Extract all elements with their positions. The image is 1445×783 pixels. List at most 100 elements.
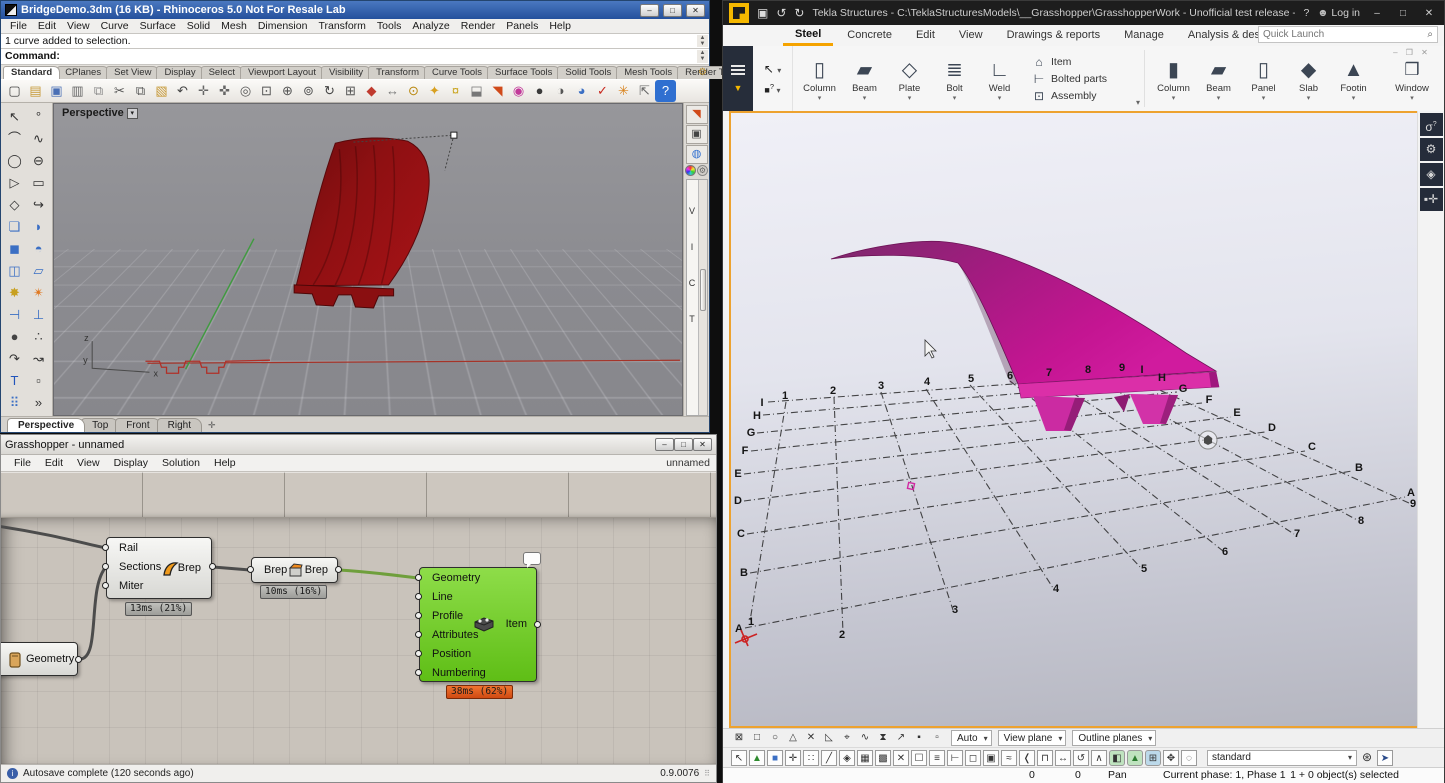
input-port[interactable] <box>415 631 422 638</box>
menu-item[interactable]: Display <box>107 457 155 469</box>
input-port[interactable] <box>102 582 109 589</box>
steel-weld-button[interactable]: ∟ Weld <box>977 57 1022 101</box>
dropdown-caret-icon[interactable] <box>797 94 842 101</box>
display-panel-tab[interactable]: ▣ <box>686 125 708 144</box>
history-scrollbar[interactable] <box>697 35 708 47</box>
chamfer-tool-icon[interactable]: ⊥ <box>27 304 51 326</box>
gumball-icon[interactable]: ✦ <box>424 80 445 102</box>
menu-item[interactable]: Panels <box>501 20 543 32</box>
ellipse-tool-icon[interactable]: ⊖ <box>27 150 51 172</box>
toolbar-tab[interactable]: Display <box>156 66 203 79</box>
snap-plane-dropdown[interactable]: View plane <box>998 730 1067 746</box>
zoom-dynamic-icon[interactable]: ◎ <box>235 80 256 102</box>
menu-item[interactable]: View <box>70 457 107 469</box>
cylinder-tool-icon[interactable]: ◫ <box>3 260 27 282</box>
viewport-tab[interactable]: Front <box>115 418 160 432</box>
dropdown-caret-icon[interactable] <box>1390 94 1435 101</box>
resize-grip[interactable] <box>704 769 710 778</box>
bridge-model[interactable] <box>831 241 1219 431</box>
snap-extension-icon[interactable]: ⌖ <box>839 730 855 746</box>
tekla-logo-icon[interactable] <box>729 3 749 23</box>
lock-icon[interactable]: ⬓ <box>466 80 487 102</box>
toolbar-tab[interactable]: Surface Tools <box>487 66 560 79</box>
dropdown-caret-icon[interactable] <box>932 94 977 101</box>
print-icon[interactable]: ▥ <box>67 80 88 102</box>
item-button[interactable]: ⌂ Item <box>1032 55 1134 69</box>
menu-item[interactable]: Transform <box>313 20 370 32</box>
input-port[interactable] <box>415 593 422 600</box>
ghosted-display-icon[interactable]: ◕ <box>571 80 592 102</box>
maximize-button[interactable] <box>674 438 693 451</box>
menu-item[interactable]: File <box>7 457 38 469</box>
toolbar-tab[interactable]: Viewport Layout <box>240 66 324 79</box>
input-port[interactable] <box>415 574 422 581</box>
select-zoom-icon[interactable]: ◌ <box>1181 750 1197 766</box>
steel-bolt-button[interactable]: ≣ Bolt <box>932 57 977 101</box>
snap-mode-dropdown[interactable]: Auto <box>951 730 992 746</box>
blocks-tool-icon[interactable]: ⠿ <box>3 392 27 414</box>
select-surfaces-icon[interactable]: ◈ <box>839 750 855 766</box>
snap-perpendicular-icon[interactable]: ◺ <box>821 730 837 746</box>
menu-item[interactable]: Help <box>207 457 243 469</box>
snap-midpoint-icon[interactable]: △ <box>785 730 801 746</box>
concrete-footing-button[interactable]: ▲ Footin <box>1331 57 1376 101</box>
menu-item[interactable]: Edit <box>33 20 61 32</box>
menu-item[interactable]: Render <box>456 20 500 32</box>
more-tools-icon[interactable]: » <box>27 392 51 414</box>
zoom-window-icon[interactable]: ⊡ <box>256 80 277 102</box>
toolbar-tab[interactable]: Set View <box>106 66 159 79</box>
render-panel-tab[interactable]: ◥ <box>686 105 708 124</box>
input-port[interactable] <box>415 612 422 619</box>
curve-blend-tool-icon[interactable]: ↷ <box>3 348 27 370</box>
geometry-param-component[interactable]: Geometry <box>1 642 78 676</box>
point-tool-icon[interactable]: ° <box>27 106 51 128</box>
dropdown-caret-icon[interactable] <box>1196 94 1241 101</box>
pick-arrow-icon[interactable]: ➤ <box>1377 750 1393 766</box>
wire[interactable] <box>80 567 106 659</box>
steel-beam-button[interactable]: ▰ Beam <box>842 57 887 101</box>
curve-tool-icon[interactable]: ∿ <box>27 128 51 150</box>
rhino-titlebar[interactable]: BridgeDemo.3dm (16 KB) - Rhinoceros 5.0 … <box>1 1 709 19</box>
four-viewports-icon[interactable]: ⊞ <box>340 80 361 102</box>
output-port[interactable] <box>209 563 216 570</box>
grasshopper-component-ribbon[interactable] <box>1 472 716 518</box>
input-port[interactable] <box>415 669 422 676</box>
polygon-tool-icon[interactable]: ◇ <box>3 194 27 216</box>
toolbar-tab[interactable]: Curve Tools <box>424 66 490 79</box>
select-loads-icon[interactable]: ≈ <box>1001 750 1017 766</box>
polyline-tool-icon[interactable]: ⌒ <box>3 128 27 150</box>
menu-item[interactable]: Tools <box>372 20 407 32</box>
help-icon[interactable]: ? <box>1303 7 1309 19</box>
concrete-beam-button[interactable]: ▰ Beam <box>1196 57 1241 101</box>
snap-arrow-icon[interactable]: ↗ <box>893 730 909 746</box>
maximize-button[interactable] <box>1394 8 1412 19</box>
select-single-icon[interactable]: ❬ <box>1019 750 1035 766</box>
lamp-icon[interactable]: ¤ <box>445 80 466 102</box>
concrete-slab-button[interactable]: ◆ Slab <box>1286 57 1331 101</box>
save-icon[interactable]: ▣ <box>757 6 768 20</box>
select-gridlines-icon[interactable]: ▩ <box>875 750 891 766</box>
snap-grid-icon[interactable]: ▫ <box>929 730 945 746</box>
quick-launch-search[interactable] <box>1258 26 1438 43</box>
open-file-icon[interactable]: ▤ <box>25 80 46 102</box>
concrete-panel-button[interactable]: ▯ Panel <box>1241 57 1286 101</box>
quick-launch-input[interactable] <box>1259 29 1427 40</box>
input-port[interactable] <box>102 563 109 570</box>
panel-scrollbar[interactable] <box>698 180 707 415</box>
select-snapshot-icon[interactable]: ✥ <box>1163 750 1179 766</box>
dropdown-caret-icon[interactable] <box>842 94 887 101</box>
shaded-display-icon[interactable]: ● <box>529 80 550 102</box>
menu-item[interactable]: Curve <box>96 20 134 32</box>
output-port[interactable] <box>75 656 82 663</box>
object-snap-icon[interactable]: ⊙ <box>403 80 424 102</box>
select-filter-a-icon[interactable]: ◧ <box>1109 750 1125 766</box>
group-tool-icon[interactable]: ∴ <box>27 326 51 348</box>
concrete-column-button[interactable]: ▮ Column <box>1151 57 1196 101</box>
tekla-3d-view[interactable]: 1 2 3 4 5 6 7 8 9 I H G F E D C B <box>729 111 1419 728</box>
shapes-button[interactable]: ▪✛ <box>1420 188 1443 211</box>
dropdown-caret-icon[interactable] <box>1151 94 1196 101</box>
select-filter-c-icon[interactable]: ⊞ <box>1145 750 1161 766</box>
ribbon-tab[interactable]: Edit <box>904 27 947 44</box>
flamingo-icon[interactable]: ✓ <box>592 80 613 102</box>
new-file-icon[interactable]: ▢ <box>4 80 25 102</box>
